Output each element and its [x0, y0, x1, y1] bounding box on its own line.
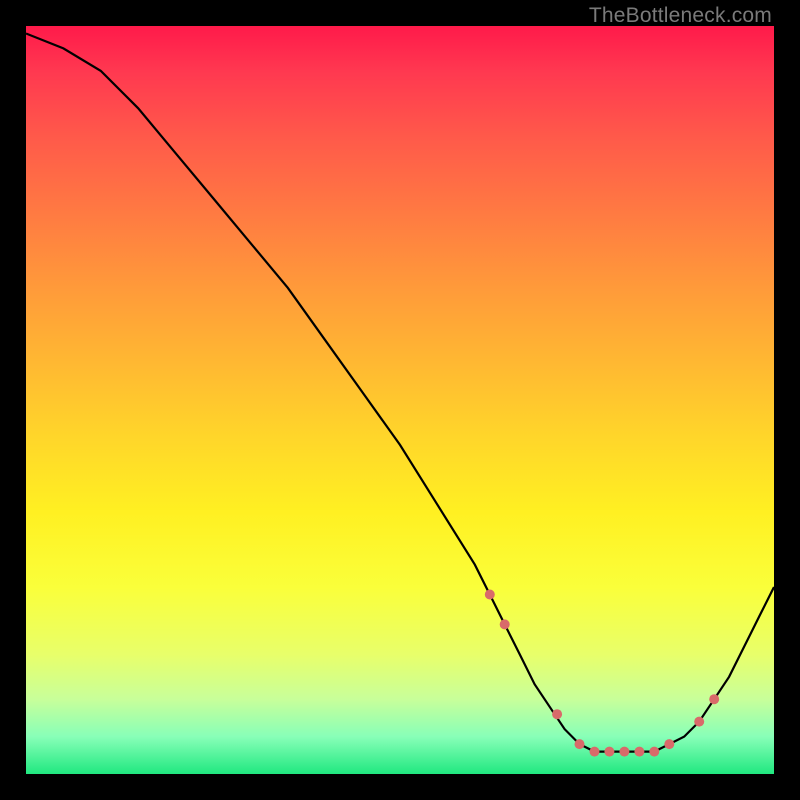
optimal-marker	[634, 747, 644, 757]
optimal-marker	[485, 590, 495, 600]
optimal-marker	[694, 717, 704, 727]
chart-svg	[26, 26, 774, 774]
optimal-marker	[664, 739, 674, 749]
optimal-zone-markers	[485, 590, 719, 757]
optimal-marker	[619, 747, 629, 757]
optimal-marker	[590, 747, 600, 757]
optimal-marker	[709, 694, 719, 704]
optimal-marker	[575, 739, 585, 749]
optimal-marker	[649, 747, 659, 757]
attribution-watermark: TheBottleneck.com	[589, 4, 772, 28]
optimal-marker	[604, 747, 614, 757]
optimal-marker	[552, 709, 562, 719]
bottleneck-curve-line	[26, 34, 774, 752]
chart-plot-area	[26, 26, 774, 774]
optimal-marker	[500, 619, 510, 629]
